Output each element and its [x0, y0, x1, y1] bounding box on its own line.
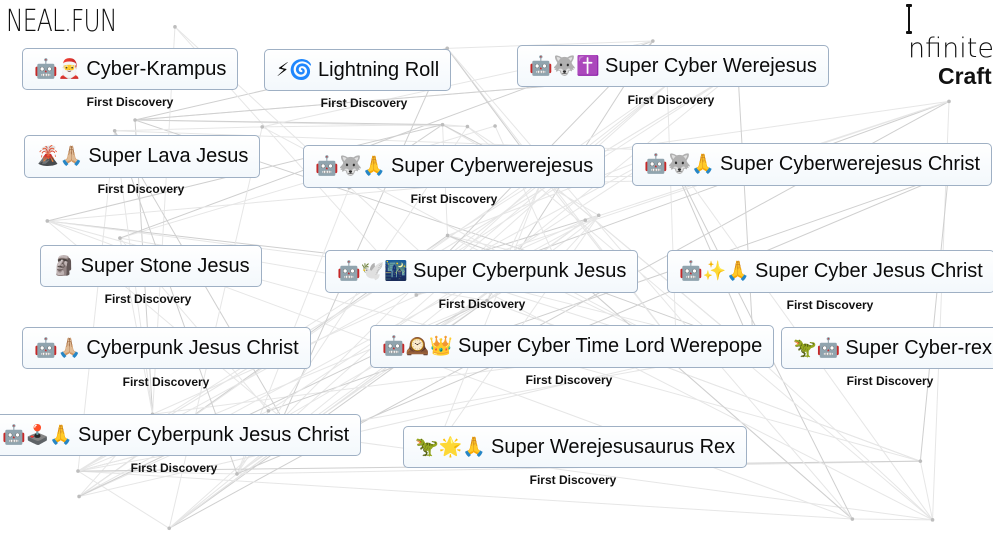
element-emoji-icon: 🦖🌟🙏 — [415, 436, 486, 458]
first-discovery-badge: First Discovery — [786, 298, 874, 312]
element-name: Super Cyberpunk Jesus Christ — [77, 424, 350, 446]
element-name: Super Cyberwerejesus — [390, 155, 594, 177]
connection-line — [77, 470, 853, 520]
connection-dot — [440, 122, 445, 127]
neal-fun-logo[interactable]: NEAL.FUN — [6, 4, 117, 39]
element-card[interactable]: 🗿 Super Stone Jesus — [40, 245, 262, 287]
first-discovery-badge: First Discovery — [130, 461, 218, 475]
connection-dot — [235, 472, 239, 476]
element-card[interactable]: 🌋🙏🏼 Super Lava Jesus — [24, 135, 261, 178]
element-name: Super Cyberpunk Jesus — [412, 260, 627, 282]
first-discovery-badge: First Discovery — [410, 192, 498, 206]
connection-dot — [260, 125, 265, 129]
element-emoji-icon: 🤖🕊️🌃 — [337, 260, 408, 282]
element-card[interactable]: 🦖🌟🙏 Super Werejesusaurus Rex — [403, 426, 748, 468]
first-discovery-badge: First Discovery — [525, 373, 613, 387]
connection-dot — [583, 218, 588, 223]
connection-line — [852, 518, 933, 521]
element-emoji-icon: 🗿 — [52, 255, 76, 277]
connection-dot — [493, 124, 497, 128]
connection-line — [737, 70, 755, 350]
element-name: Super Cyber Werejesus — [604, 55, 817, 77]
element-card[interactable]: 🤖🕰️👑 Super Cyber Time Lord Werepope — [370, 325, 775, 368]
element-emoji-icon: ⚡🌀 — [276, 59, 313, 81]
element-name: Super Stone Jesus — [80, 255, 250, 277]
connection-dot — [76, 469, 80, 473]
connection-dot — [414, 293, 419, 297]
connection-dot — [596, 213, 601, 218]
first-discovery-badge: First Discovery — [627, 93, 715, 107]
first-discovery-badge: First Discovery — [122, 375, 210, 389]
element-emoji-icon: 🌋🙏🏼 — [36, 145, 84, 167]
first-discovery-badge: First Discovery — [97, 182, 185, 196]
element-name: Super Cyber-rex — [845, 337, 993, 359]
element-name: Super Lava Jesus — [88, 145, 249, 167]
connection-dot — [77, 494, 81, 499]
connection-line — [919, 174, 949, 462]
element-name: Lightning Roll — [318, 59, 440, 81]
connection-dot — [167, 526, 171, 531]
first-discovery-badge: First Discovery — [320, 96, 408, 110]
element-name: Super Cyberwerejesus Christ — [719, 153, 981, 175]
element-name: Super Werejesusaurus Rex — [490, 436, 736, 458]
connection-dot — [133, 118, 137, 122]
connection-line — [77, 470, 170, 529]
element-emoji-icon: 🦖🤖 — [793, 337, 841, 359]
connection-dot — [651, 39, 655, 43]
element-card[interactable]: 🤖✨🙏 Super Cyber Jesus Christ — [667, 250, 993, 293]
element-card[interactable]: 🦖🤖 Super Cyber-rex — [781, 327, 993, 369]
connection-dot — [850, 517, 855, 521]
element-name: Cyberpunk Jesus Christ — [86, 337, 299, 359]
element-card[interactable]: 🤖🎅 Cyber-Krampus — [22, 48, 239, 90]
connection-dot — [173, 25, 177, 29]
element-emoji-icon: 🤖🐺✝️ — [529, 55, 600, 77]
element-card[interactable]: 🤖🐺🙏 Super Cyberwerejesus — [303, 145, 606, 188]
connection-dot — [45, 219, 50, 223]
element-emoji-icon: 🤖🐺🙏 — [644, 153, 715, 175]
element-card[interactable]: 🤖🕹️🙏 Super Cyberpunk Jesus Christ — [0, 414, 362, 456]
element-emoji-icon: 🤖🕰️👑 — [382, 335, 453, 357]
element-emoji-icon: 🤖🕹️🙏 — [2, 424, 73, 446]
connection-dot — [465, 124, 470, 129]
first-discovery-badge: First Discovery — [86, 95, 174, 109]
element-card[interactable]: ⚡🌀 Lightning Roll — [264, 49, 452, 91]
first-discovery-badge: First Discovery — [846, 374, 934, 388]
connection-dot — [445, 233, 450, 238]
element-emoji-icon: 🤖🎅 — [34, 58, 82, 80]
connection-dot — [930, 518, 935, 522]
connection-dot — [947, 99, 951, 104]
connection-dot — [112, 128, 117, 133]
connection-line — [114, 126, 263, 132]
element-emoji-icon: 🤖🐺🙏 — [315, 155, 386, 177]
logo-i-glyph — [906, 4, 912, 34]
first-discovery-badge: First Discovery — [438, 297, 526, 311]
element-emoji-icon: 🤖✨🙏 — [679, 260, 750, 282]
element-name: Cyber-Krampus — [86, 58, 227, 80]
first-discovery-badge: First Discovery — [104, 292, 192, 306]
element-card[interactable]: 🤖🙏🏼 Cyberpunk Jesus Christ — [22, 327, 311, 369]
logo-title-bottom: Craft — [938, 63, 992, 89]
element-name: Super Cyber Time Lord Werepope — [457, 335, 763, 357]
logo-title-top: nfinite — [908, 33, 993, 64]
connection-dot — [266, 409, 271, 413]
element-emoji-icon: 🤖🙏🏼 — [34, 337, 82, 359]
element-card[interactable]: 🤖🐺🙏 Super Cyberwerejesus Christ — [632, 143, 993, 186]
connection-line — [741, 342, 933, 521]
element-card[interactable]: 🤖🕊️🌃 Super Cyberpunk Jesus — [325, 250, 639, 293]
element-name: Super Cyber Jesus Christ — [754, 260, 983, 282]
element-card[interactable]: 🤖🐺✝️ Super Cyber Werejesus — [517, 45, 829, 87]
connection-dot — [118, 236, 122, 240]
connection-dot — [918, 459, 923, 463]
infinite-craft-logo: nfinite Craft — [906, 4, 993, 89]
first-discovery-badge: First Discovery — [529, 473, 617, 487]
